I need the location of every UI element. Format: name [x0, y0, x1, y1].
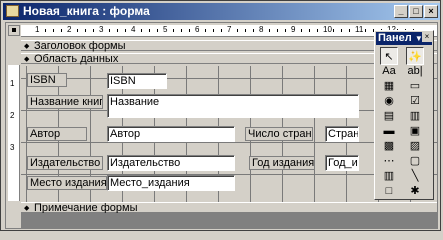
ruler-tick [181, 29, 182, 32]
form-header-label: Заголовок формы [34, 40, 126, 52]
section-arrow-icon: ◆ [24, 43, 30, 50]
ruler-tick [269, 29, 270, 32]
year-field[interactable]: Год_издания [325, 155, 359, 171]
ruler-tick [349, 29, 350, 32]
detail-label: Область данных [34, 53, 119, 65]
title-field[interactable]: Название [107, 94, 359, 118]
ruler-tick [365, 29, 366, 32]
vertical-ruler[interactable]: 1 2 3 [8, 65, 20, 201]
ruler-tick [205, 29, 206, 32]
ruler-tick [245, 29, 246, 32]
publisher-label[interactable]: Издательство [27, 156, 103, 170]
ruler-tick [141, 29, 142, 32]
ruler-mark: 4 [131, 25, 136, 34]
title-label[interactable]: Название книги [27, 95, 103, 109]
pages-label[interactable]: Число страниц [245, 127, 313, 141]
ruler-tick [77, 29, 78, 32]
author-field[interactable]: Автор [107, 126, 235, 142]
form-icon [6, 5, 19, 17]
ruler-mark: 9 [291, 25, 296, 34]
ruler-tick [149, 29, 150, 32]
close-button[interactable]: × [424, 5, 438, 18]
toolbox-close-icon[interactable]: × [422, 32, 432, 42]
ruler-mark: 7 [227, 25, 232, 34]
rectangle-tool-icon[interactable]: □ [380, 182, 398, 200]
ruler-tick [285, 29, 286, 32]
toolbox-panel: Панел ▼ × ↖ ✨ Aa ab| ▦ ▭ ◉ ☑ ▤ ▥ ▬ ▣ ▩ ▨ ⋯ ▢ ▥ ╲ □ ✱ [374, 30, 434, 200]
ruler-tick [85, 29, 86, 32]
ruler-mark: 2 [67, 25, 72, 34]
section-arrow-icon: ◆ [24, 56, 30, 63]
ruler-mark: 1 [10, 79, 15, 88]
place-label[interactable]: Место издания [27, 176, 107, 190]
ruler-tick [45, 29, 46, 32]
ruler-mark: 11 [355, 25, 364, 34]
year-label[interactable]: Год издания [249, 156, 315, 170]
author-label[interactable]: Автор [27, 127, 87, 141]
ruler-tick [213, 29, 214, 32]
ruler-mark: 2 [10, 111, 15, 120]
form-footer-band[interactable]: ◆ Примечание формы [21, 202, 437, 214]
ruler-tick [117, 29, 118, 32]
ruler-tick [237, 29, 238, 32]
ruler-tick [189, 29, 190, 32]
isbn-field[interactable]: ISBN [107, 73, 167, 89]
ruler-mark: 3 [10, 143, 15, 152]
isbn-label[interactable]: ISBN [27, 73, 67, 87]
pages-field[interactable]: Страниц [325, 126, 359, 142]
more-controls-icon[interactable]: ✱ [406, 182, 424, 200]
toolbox-title-text: Панел [378, 32, 412, 44]
place-field[interactable]: Место_издания [107, 175, 235, 191]
ruler-tick [125, 29, 126, 32]
form-window: Новая_книга : форма _ □ × 1 2 3 4 5 6 7 8 9 10 11 1… [0, 0, 441, 231]
ruler-tick [109, 29, 110, 32]
ruler-tick [221, 29, 222, 32]
ruler-tick [157, 29, 158, 32]
ruler-tick [309, 29, 310, 32]
ruler-mark: 10 [323, 25, 332, 34]
form-selector[interactable] [8, 25, 20, 36]
ruler-tick [173, 29, 174, 32]
ruler-tick [61, 29, 62, 32]
window-title: Новая_книга : форма [23, 4, 150, 18]
ruler-tick [333, 29, 334, 32]
ruler-tick [53, 29, 54, 32]
maximize-button[interactable]: □ [409, 5, 423, 18]
ruler-tick [253, 29, 254, 32]
publisher-field[interactable]: Издательство [107, 155, 235, 171]
ruler-mark: 5 [163, 25, 168, 34]
ruler-tick [277, 29, 278, 32]
ruler-mark: 8 [259, 25, 264, 34]
ruler-mark: 1 [35, 25, 40, 34]
title-bar[interactable]: Новая_книга : форма _ □ × [3, 3, 440, 20]
minimize-button[interactable]: _ [394, 5, 408, 18]
ruler-tick [341, 29, 342, 32]
ruler-tick [301, 29, 302, 32]
ruler-mark: 3 [99, 25, 104, 34]
form-background-area [21, 213, 437, 228]
ruler-tick [317, 29, 318, 32]
ruler-tick [93, 29, 94, 32]
form-footer-label: Примечание формы [34, 202, 138, 214]
ruler-mark: 6 [195, 25, 200, 34]
